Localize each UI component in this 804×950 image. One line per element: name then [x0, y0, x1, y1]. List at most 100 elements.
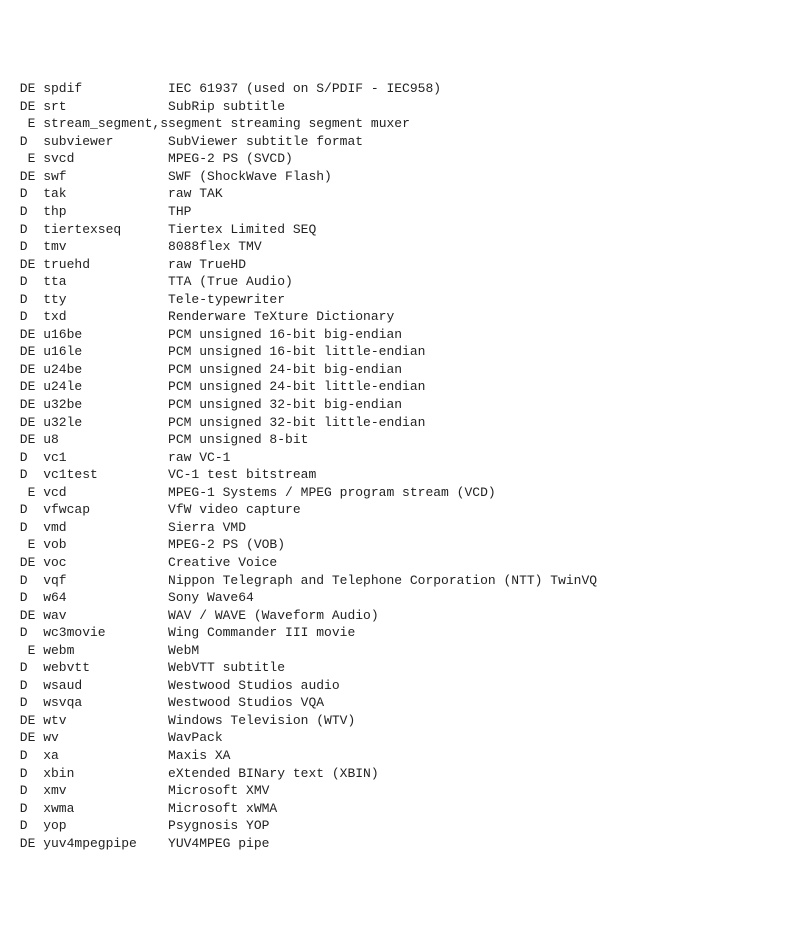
desc-cell: Microsoft XMV: [168, 783, 269, 798]
format-row: D xwmaMicrosoft xWMA: [12, 800, 792, 818]
flags-cell: DE: [12, 835, 35, 853]
desc-cell: MPEG-1 Systems / MPEG program stream (VC…: [168, 485, 496, 500]
desc-cell: MPEG-2 PS (VOB): [168, 537, 285, 552]
format-row: D xaMaxis XA: [12, 747, 792, 765]
name-cell: yop: [43, 817, 168, 835]
format-row: DE yuv4mpegpipeYUV4MPEG pipe: [12, 835, 792, 853]
name-cell: voc: [43, 554, 168, 572]
name-cell: vc1: [43, 449, 168, 467]
format-row: D vfwcapVfW video capture: [12, 501, 792, 519]
name-cell: xwma: [43, 800, 168, 818]
desc-cell: WavPack: [168, 730, 223, 745]
desc-cell: Westwood Studios VQA: [168, 695, 324, 710]
flags-cell: D: [12, 519, 35, 537]
desc-cell: Sierra VMD: [168, 520, 246, 535]
flags-cell: DE: [12, 431, 35, 449]
name-cell: u32be: [43, 396, 168, 414]
desc-cell: raw TrueHD: [168, 257, 246, 272]
name-cell: vcd: [43, 484, 168, 502]
format-row: E svcdMPEG-2 PS (SVCD): [12, 150, 792, 168]
desc-cell: Tele-typewriter: [168, 292, 285, 307]
flags-cell: D: [12, 449, 35, 467]
name-cell: u24le: [43, 378, 168, 396]
flags-cell: E: [12, 150, 35, 168]
flags-cell: DE: [12, 712, 35, 730]
flags-cell: DE: [12, 343, 35, 361]
desc-cell: eXtended BINary text (XBIN): [168, 766, 379, 781]
flags-cell: D: [12, 273, 35, 291]
format-row: E vobMPEG-2 PS (VOB): [12, 536, 792, 554]
flags-cell: D: [12, 133, 35, 151]
format-row: D wsvqaWestwood Studios VQA: [12, 694, 792, 712]
format-row: DE vocCreative Voice: [12, 554, 792, 572]
format-row: D ttaTTA (True Audio): [12, 273, 792, 291]
flags-cell: E: [12, 116, 35, 131]
desc-cell: Windows Television (WTV): [168, 713, 355, 728]
name-cell: wsaud: [43, 677, 168, 695]
desc-cell: Nippon Telegraph and Telephone Corporati…: [168, 573, 597, 588]
format-row: D tiertexseqTiertex Limited SEQ: [12, 221, 792, 239]
desc-cell: Maxis XA: [168, 748, 230, 763]
desc-cell: Sony Wave64: [168, 590, 254, 605]
flags-cell: DE: [12, 168, 35, 186]
flags-cell: DE: [12, 326, 35, 344]
flags-cell: D: [12, 624, 35, 642]
format-row: DE spdifIEC 61937 (used on S/PDIF - IEC9…: [12, 80, 792, 98]
flags-cell: D: [12, 782, 35, 800]
desc-cell: PCM unsigned 16-bit big-endian: [168, 327, 402, 342]
flags-cell: D: [12, 308, 35, 326]
format-row: DE u16bePCM unsigned 16-bit big-endian: [12, 326, 792, 344]
name-cell: vob: [43, 536, 168, 554]
desc-cell: MPEG-2 PS (SVCD): [168, 151, 293, 166]
name-cell: xbin: [43, 765, 168, 783]
format-row: DE u8PCM unsigned 8-bit: [12, 431, 792, 449]
flags-cell: DE: [12, 607, 35, 625]
format-row: D subviewerSubViewer subtitle format: [12, 133, 792, 151]
format-row: D wsaudWestwood Studios audio: [12, 677, 792, 695]
flags-cell: D: [12, 747, 35, 765]
format-row: D tmv8088flex TMV: [12, 238, 792, 256]
name-cell: u16le: [43, 343, 168, 361]
format-row: D txdRenderware TeXture Dictionary: [12, 308, 792, 326]
name-cell: wav: [43, 607, 168, 625]
name-cell: txd: [43, 308, 168, 326]
flags-cell: D: [12, 817, 35, 835]
flags-cell: D: [12, 800, 35, 818]
desc-cell: raw VC-1: [168, 450, 230, 465]
flags-cell: D: [12, 185, 35, 203]
format-row: D vqfNippon Telegraph and Telephone Corp…: [12, 572, 792, 590]
format-row: E stream_segment,ssegment streaming segm…: [12, 115, 792, 133]
name-cell: truehd: [43, 256, 168, 274]
desc-cell: WAV / WAVE (Waveform Audio): [168, 608, 379, 623]
flags-cell: D: [12, 677, 35, 695]
format-row: D webvttWebVTT subtitle: [12, 659, 792, 677]
desc-cell: Creative Voice: [168, 555, 277, 570]
desc-cell: Wing Commander III movie: [168, 625, 355, 640]
desc-cell: SWF (ShockWave Flash): [168, 169, 332, 184]
format-row: DE u32lePCM unsigned 32-bit little-endia…: [12, 414, 792, 432]
name-cell: vfwcap: [43, 501, 168, 519]
flags-cell: D: [12, 466, 35, 484]
name-cell: stream_segment,ssegment: [43, 116, 222, 131]
flags-cell: D: [12, 291, 35, 309]
name-cell: webvtt: [43, 659, 168, 677]
flags-cell: DE: [12, 80, 35, 98]
desc-cell: TTA (True Audio): [168, 274, 293, 289]
desc-cell: 8088flex TMV: [168, 239, 262, 254]
flags-cell: D: [12, 589, 35, 607]
name-cell: tiertexseq: [43, 221, 168, 239]
name-cell: swf: [43, 168, 168, 186]
name-cell: yuv4mpegpipe: [43, 835, 168, 853]
format-row: D thpTHP: [12, 203, 792, 221]
flags-cell: D: [12, 238, 35, 256]
name-cell: u16be: [43, 326, 168, 344]
desc-cell: WebM: [168, 643, 199, 658]
name-cell: wsvqa: [43, 694, 168, 712]
format-row: DE srtSubRip subtitle: [12, 98, 792, 116]
name-cell: tta: [43, 273, 168, 291]
desc-cell: PCM unsigned 32-bit little-endian: [168, 415, 425, 430]
name-cell: vc1test: [43, 466, 168, 484]
name-cell: u32le: [43, 414, 168, 432]
name-cell: wtv: [43, 712, 168, 730]
desc-cell: Westwood Studios audio: [168, 678, 340, 693]
